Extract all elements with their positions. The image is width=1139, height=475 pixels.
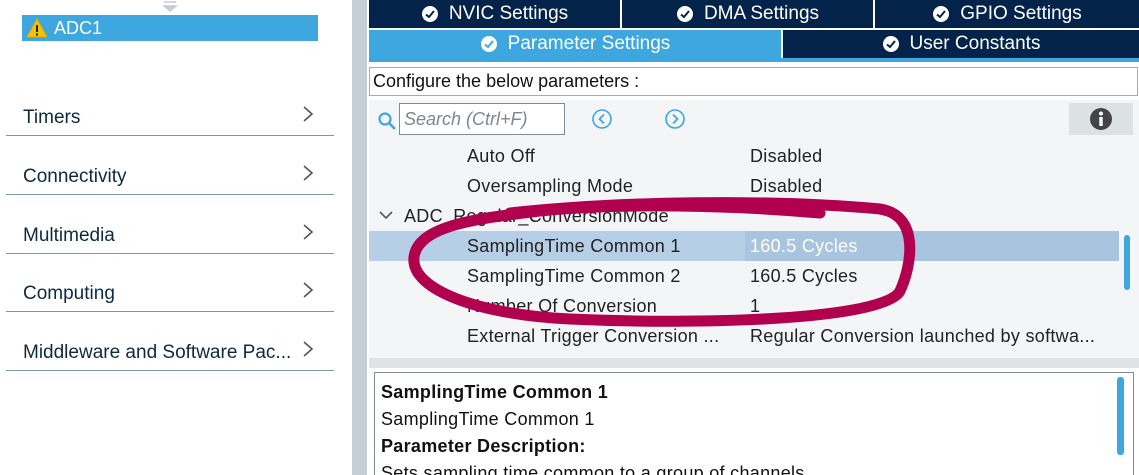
param-row-external-trigger-conversion[interactable]: External Trigger Conversion ... Regular …: [369, 321, 1119, 351]
param-value: 160.5 Cycles: [750, 266, 858, 286]
tab-label: User Constants: [909, 33, 1041, 54]
check-circle-icon: [882, 36, 899, 52]
tab-label: NVIC Settings: [448, 3, 569, 24]
chevron-right-icon: [303, 165, 314, 181]
description-scrollbar[interactable]: [1117, 377, 1124, 455]
param-name: SamplingTime Common 1: [467, 236, 681, 256]
chevron-right-icon: [303, 106, 314, 122]
description-heading: Parameter Description:: [381, 436, 586, 456]
check-circle-icon: [933, 6, 950, 22]
category-multimedia[interactable]: Multimedia: [6, 196, 334, 254]
panel-splitter[interactable]: [352, 0, 367, 475]
param-value: Disabled: [750, 146, 823, 166]
next-result-icon[interactable]: [664, 108, 686, 130]
tab-gpio-settings[interactable]: GPIO Settings: [875, 0, 1139, 28]
tab-parameter-settings[interactable]: Parameter Settings: [369, 30, 781, 58]
category-sidebar: ADC1 Timers Connectivity Multimedia Comp…: [0, 0, 340, 475]
search-icon: [378, 112, 396, 130]
param-value: Regular Conversion launched by softwa...: [750, 326, 1096, 346]
param-name: Number Of Conversion: [467, 296, 658, 316]
tab-underline: [369, 58, 1139, 62]
info-icon: [1090, 108, 1112, 130]
chevron-right-icon: [303, 341, 314, 357]
param-value: 1: [750, 296, 761, 316]
description-panel: SamplingTime Common 1 SamplingTime Commo…: [374, 372, 1134, 475]
parameter-scrollbar[interactable]: [1124, 235, 1130, 290]
param-row-sampling-time-common-1[interactable]: SamplingTime Common 1 160.5 Cycles: [369, 231, 1119, 261]
description-subtitle: SamplingTime Common 1: [381, 409, 595, 429]
configuration-panel: NVIC Settings DMA Settings GPIO Settings…: [367, 0, 1139, 475]
category-label: Multimedia: [23, 225, 115, 246]
check-circle-icon: [480, 36, 497, 52]
stm32cubemx-window: ADC1 Timers Connectivity Multimedia Comp…: [0, 0, 1139, 475]
chevron-right-icon: [303, 224, 314, 240]
param-group-name: ADC_Regular_ConversionMode: [404, 206, 669, 226]
param-name: External Trigger Conversion ...: [467, 326, 720, 346]
parameter-tree: Auto Off Disabled Oversampling Mode Disa…: [369, 140, 1139, 358]
param-row-number-of-conversion[interactable]: Number Of Conversion 1: [369, 291, 1119, 321]
tab-user-constants[interactable]: User Constants: [783, 30, 1139, 58]
tab-label: GPIO Settings: [960, 3, 1082, 24]
category-timers[interactable]: Timers: [6, 78, 334, 136]
scroll-up-arrow-icon[interactable]: [160, 0, 180, 12]
chevron-down-icon[interactable]: [379, 210, 393, 220]
category-label: Computing: [23, 283, 115, 304]
peripheral-label: ADC1: [54, 17, 103, 38]
warning-icon: [26, 18, 48, 38]
param-row-auto-off[interactable]: Auto Off Disabled: [369, 141, 1119, 171]
check-circle-icon: [676, 6, 693, 22]
pane-splitter[interactable]: [369, 358, 1139, 368]
search-toolbar: [369, 100, 1139, 140]
description-text: Sets sampling time common to a group of …: [381, 463, 810, 475]
category-connectivity[interactable]: Connectivity: [6, 137, 334, 195]
category-label: Middleware and Software Pac...: [23, 342, 292, 363]
param-value[interactable]: 160.5 Cycles: [750, 236, 858, 257]
tab-nvic-settings[interactable]: NVIC Settings: [369, 0, 620, 28]
param-row-sampling-time-common-2[interactable]: SamplingTime Common 2 160.5 Cycles: [369, 261, 1119, 291]
search-input[interactable]: [399, 103, 565, 135]
tab-label: DMA Settings: [703, 3, 820, 24]
category-middleware[interactable]: Middleware and Software Pac...: [6, 313, 334, 371]
param-row-oversampling-mode[interactable]: Oversampling Mode Disabled: [369, 171, 1119, 201]
param-group-regular-conversion-mode[interactable]: ADC_Regular_ConversionMode: [369, 201, 1119, 231]
check-circle-icon: [421, 6, 438, 22]
info-button[interactable]: [1069, 103, 1133, 135]
chevron-right-icon: [303, 282, 314, 298]
param-name: Auto Off: [467, 146, 536, 166]
tab-label: Parameter Settings: [507, 33, 671, 54]
category-label: Connectivity: [23, 166, 127, 187]
configure-caption: Configure the below parameters :: [369, 67, 1138, 96]
tab-dma-settings[interactable]: DMA Settings: [622, 0, 873, 28]
description-title: SamplingTime Common 1: [381, 382, 609, 402]
previous-result-icon[interactable]: [591, 108, 613, 130]
param-name: Oversampling Mode: [467, 176, 634, 196]
category-computing[interactable]: Computing: [6, 254, 334, 312]
selected-peripheral-adc1[interactable]: ADC1: [22, 15, 318, 41]
category-label: Timers: [23, 107, 81, 128]
param-name: SamplingTime Common 2: [467, 266, 681, 286]
param-value: Disabled: [750, 176, 823, 196]
